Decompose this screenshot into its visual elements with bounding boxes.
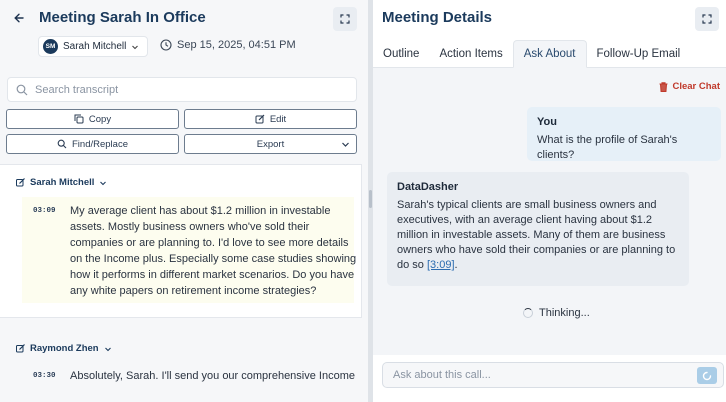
panel-title: Meeting Details [382, 9, 493, 26]
chevron-down-icon [342, 142, 349, 147]
date-text: Sep 15, 2025, 04:51 PM [177, 39, 296, 51]
transcript-search[interactable] [7, 77, 357, 102]
find-replace-label: Find/Replace [72, 138, 128, 150]
details-panel: Meeting Details Outline Action Items Ask… [373, 0, 726, 402]
timestamp[interactable]: 03:30 [33, 372, 56, 380]
utterance-line: companies or are planning to. I'd love t… [70, 237, 349, 249]
speaker-selector[interactable]: Sarah Mitchell [16, 177, 107, 188]
utterance-line: on the Income plus. Especially some case… [70, 253, 357, 265]
arrow-left-icon [14, 13, 24, 23]
message-period: . [454, 259, 458, 271]
utterance-line: any white papers on retirement income st… [70, 285, 317, 297]
clock-icon [160, 39, 172, 51]
edit-icon [255, 114, 265, 124]
spinner-icon [523, 308, 533, 318]
export-label: Export [256, 138, 285, 150]
message-author: DataDasher [397, 181, 459, 193]
chevron-down-icon [132, 45, 139, 49]
send-button[interactable] [697, 367, 717, 384]
back-button[interactable] [8, 8, 30, 28]
speaker-name: Sarah Mitchell [30, 177, 95, 188]
edit-icon [16, 344, 25, 353]
edit-icon [16, 178, 25, 187]
message-author: You [537, 116, 557, 128]
utterance-line: Absolutely, Sarah. I'll send you our com… [70, 370, 355, 382]
page-title: Meeting Sarah In Office [39, 9, 206, 26]
expand-button[interactable] [333, 7, 357, 31]
export-button[interactable]: Export [184, 134, 357, 154]
tab-outline[interactable]: Outline [373, 40, 429, 68]
search-input[interactable] [35, 83, 335, 96]
assistant-message: DataDasher Sarah's typical clients are s… [387, 172, 689, 286]
expand-button[interactable] [695, 7, 719, 31]
expand-icon [340, 14, 350, 24]
transcript-panel: Meeting Sarah In Office SM Sarah Mitchel… [0, 0, 368, 402]
thinking-label: Thinking... [539, 307, 590, 319]
speaker-name: Sarah Mitchell [63, 41, 127, 52]
utterance-line: My average client has about $1.2 million… [70, 205, 331, 217]
timestamp[interactable]: 03:09 [33, 207, 56, 215]
user-message: You What is the profile of Sarah's clien… [527, 107, 721, 161]
copy-button[interactable]: Copy [6, 109, 179, 129]
chevron-down-icon [100, 181, 107, 185]
tab-follow-up-email[interactable]: Follow-Up Email [587, 40, 691, 68]
loading-icon [702, 371, 712, 380]
utterance-line: assets. Mostly business owners who've so… [70, 221, 310, 233]
tab-action-items[interactable]: Action Items [429, 40, 512, 68]
find-replace-button[interactable]: Find/Replace [6, 134, 179, 154]
avatar: SM [43, 39, 58, 54]
speaker-name: Raymond Zhen [30, 343, 99, 354]
search-icon [16, 84, 28, 95]
tab-bar: Outline Action Items Ask About Follow-Up… [373, 40, 726, 68]
copy-label: Copy [88, 113, 112, 125]
speaker-selector[interactable]: SM Sarah Mitchell [38, 36, 149, 57]
message-text: Sarah's typical clients are small busine… [397, 198, 679, 273]
ask-input[interactable] [393, 369, 683, 381]
clear-chat-label: Clear Chat [672, 81, 720, 92]
citation-link[interactable]: [3:09] [427, 259, 455, 271]
thinking-indicator: Thinking... [523, 307, 590, 319]
chevron-down-icon [104, 347, 111, 351]
edit-button[interactable]: Edit [184, 109, 357, 129]
edit-label: Edit [269, 113, 287, 125]
ask-input-box[interactable] [382, 362, 724, 388]
utterance-line: how it performs in different market scen… [70, 269, 355, 281]
message-text: What is the profile of Sarah's clients? [537, 134, 678, 161]
resize-handle[interactable] [369, 190, 372, 208]
copy-icon [74, 114, 84, 124]
tab-ask-about[interactable]: Ask About [512, 40, 587, 68]
speaker-selector[interactable]: Raymond Zhen [16, 343, 112, 354]
expand-icon [702, 14, 712, 24]
search-icon [57, 139, 67, 149]
trash-icon [659, 81, 668, 92]
meeting-date: Sep 15, 2025, 04:51 PM [160, 39, 296, 51]
clear-chat-button[interactable]: Clear Chat [659, 81, 720, 92]
